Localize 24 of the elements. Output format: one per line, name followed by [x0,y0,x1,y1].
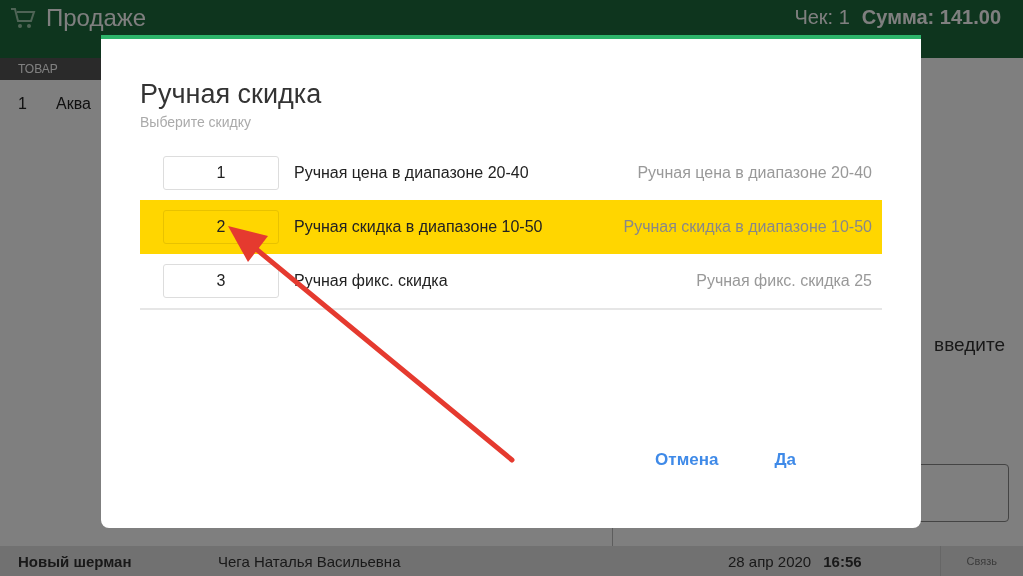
table-cell: Аква [56,95,91,113]
option-name: Ручная цена в диапазоне 20-40 [294,164,530,182]
dialog-subtitle: Выберите скидку [140,114,252,130]
discount-option[interactable]: 1 Ручная цена в диапазоне 20-40 Ручная цена в диапазоне 20-40 [140,146,882,200]
option-code: 3 [163,264,279,298]
option-code: 2 [163,210,279,244]
time-text: 16:56 [823,552,862,570]
receipt-total: Сумма: 141.00 [861,5,1001,30]
column-header: ТОВАР [18,62,58,76]
receipt-number: Чек: 1 [794,5,850,30]
screen-title: Продаже [46,4,147,31]
dialog-title: Ручная скидка [140,79,323,110]
option-description: Ручная фикс. скидка 25 [696,272,872,290]
option-description: Ручная скидка в диапазоне 10-50 [623,218,872,236]
cart-icon [10,6,36,30]
option-code: 1 [163,156,279,190]
discount-option[interactable]: 2 Ручная скидка в диапазоне 10-50 Ручная скидка в диапазоне 10-50 [140,200,882,254]
hint-text: введите [934,334,1006,356]
option-name: Ручная скидка в диапазоне 10-50 [294,218,544,236]
store-name: Новый шерман [17,552,133,570]
table-cell-text: 1 [17,95,28,113]
date-text: 28 апр 2020 [728,552,812,570]
cashier-name: Чега Наталья Васильевна [218,552,401,570]
option-description: Ручная цена в диапазоне 20-40 [637,164,872,182]
